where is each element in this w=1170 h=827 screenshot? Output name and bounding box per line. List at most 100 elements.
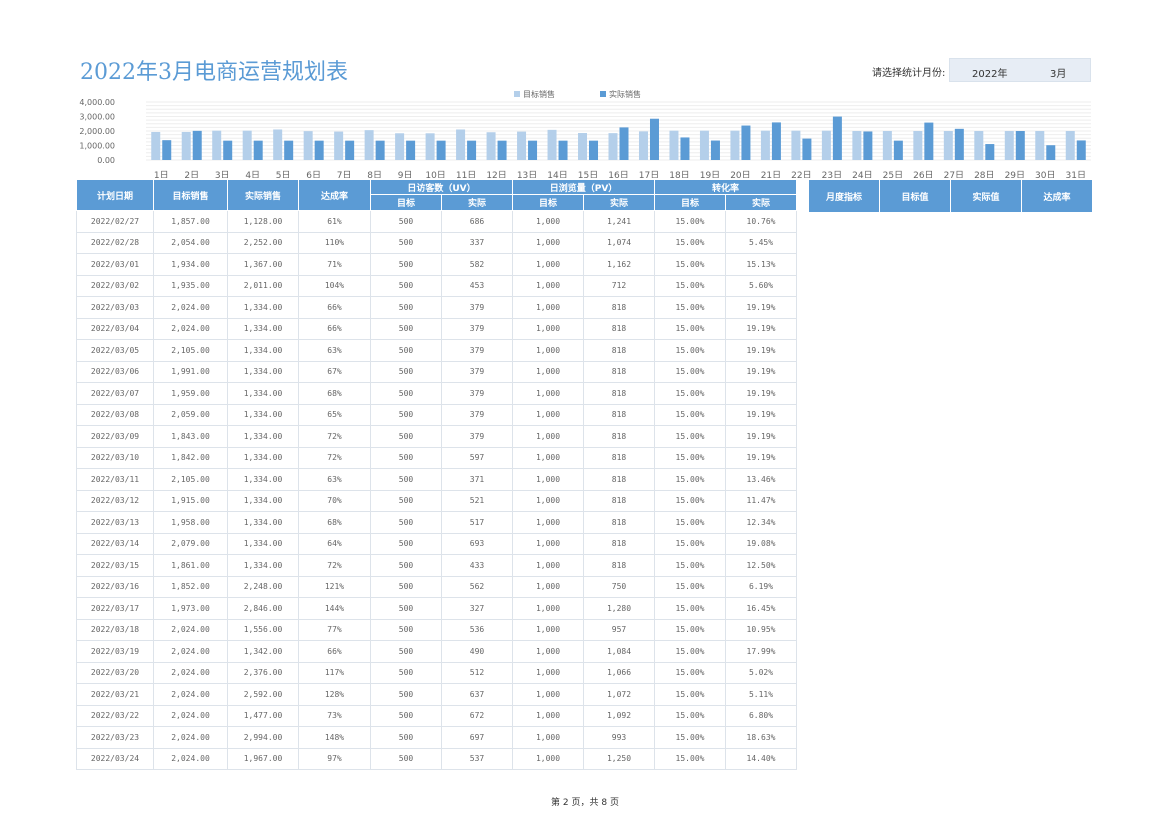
cell-rate: 77%: [298, 618, 371, 641]
target-sales-bar: [791, 130, 801, 160]
cell-rate: 66%: [298, 296, 371, 319]
cell-conv-target: 15.00%: [654, 532, 726, 555]
target-sales-bar: [730, 130, 740, 160]
cell-pv-actual: 818: [583, 554, 655, 577]
cell-pv-actual: 818: [583, 339, 655, 362]
cell-date: 2022/03/22: [76, 704, 154, 727]
table-row: 2022/03/17 1,973.00 2,846.00 144% 500 327 1,00…: [76, 597, 797, 620]
y-tick-label: 3,000.00: [79, 113, 115, 122]
cell-pv-actual: 712: [583, 274, 655, 297]
cell-pv-target: 1,000: [512, 618, 584, 641]
cell-rate: 72%: [298, 554, 371, 577]
cell-uv-actual: 337: [441, 231, 513, 254]
cell-conv-actual: 19.19%: [725, 425, 797, 448]
target-sales-bar: [913, 131, 923, 160]
x-tick-label: 19日: [700, 170, 720, 178]
cell-pv-actual: 818: [583, 317, 655, 340]
actual-sales-bar: [558, 140, 568, 160]
cell-uv-actual: 672: [441, 704, 513, 727]
cell-rate: 66%: [298, 640, 371, 663]
cell-pv-target: 1,000: [512, 726, 584, 749]
actual-sales-bar: [467, 140, 477, 160]
cell-target-sales: 2,024.00: [153, 640, 228, 663]
cell-rate: 104%: [298, 274, 371, 297]
cell-uv-target: 500: [370, 210, 442, 233]
cell-pv-target: 1,000: [512, 339, 584, 362]
summary-header-indicator: 月度指标: [808, 179, 880, 213]
legend-actual-label: 实际销售: [609, 89, 641, 99]
cell-conv-target: 15.00%: [654, 618, 726, 641]
x-tick-label: 28日: [974, 170, 994, 178]
cell-uv-target: 500: [370, 382, 442, 405]
cell-uv-target: 500: [370, 360, 442, 383]
cell-actual-sales: 1,334.00: [227, 339, 299, 362]
cell-conv-target: 15.00%: [654, 575, 726, 598]
cell-actual-sales: 1,334.00: [227, 511, 299, 534]
actual-sales-bar: [1015, 131, 1025, 160]
cell-conv-target: 15.00%: [654, 360, 726, 383]
cell-pv-actual: 1,241: [583, 210, 655, 233]
cell-pv-actual: 957: [583, 618, 655, 641]
target-sales-bar: [456, 129, 466, 160]
monthly-summary-table: 月度指标 目标值 实际值 达成率: [808, 179, 1093, 213]
x-tick-label: 12日: [486, 170, 506, 178]
cell-uv-actual: 379: [441, 296, 513, 319]
cell-pv-actual: 818: [583, 532, 655, 555]
cell-uv-actual: 379: [441, 339, 513, 362]
cell-target-sales: 2,024.00: [153, 726, 228, 749]
target-sales-bar: [699, 130, 709, 160]
cell-date: 2022/03/07: [76, 382, 154, 405]
actual-sales-bar: [649, 118, 659, 160]
y-tick-label: 1,000.00: [79, 142, 115, 151]
cell-uv-target: 500: [370, 425, 442, 448]
cell-pv-target: 1,000: [512, 661, 584, 684]
cell-uv-actual: 433: [441, 554, 513, 577]
cell-conv-target: 15.00%: [654, 489, 726, 512]
cell-rate: 128%: [298, 683, 371, 706]
cell-date: 2022/03/06: [76, 360, 154, 383]
actual-sales-bar: [284, 140, 294, 160]
cell-rate: 72%: [298, 425, 371, 448]
cell-actual-sales: 1,334.00: [227, 446, 299, 469]
actual-sales-bar: [528, 140, 538, 160]
cell-pv-target: 1,000: [512, 360, 584, 383]
cell-pv-actual: 818: [583, 360, 655, 383]
cell-actual-sales: 2,994.00: [227, 726, 299, 749]
x-tick-label: 3日: [215, 170, 230, 178]
cell-conv-target: 15.00%: [654, 554, 726, 577]
cell-uv-target: 500: [370, 468, 442, 491]
actual-sales-bar: [162, 140, 172, 160]
table-row: 2022/03/14 2,079.00 1,334.00 64% 500 693 1,000…: [76, 532, 797, 555]
cell-target-sales: 2,024.00: [153, 747, 228, 770]
cell-rate: 148%: [298, 726, 371, 749]
cell-conv-actual: 19.19%: [725, 339, 797, 362]
cell-uv-actual: 562: [441, 575, 513, 598]
cell-conv-actual: 10.95%: [725, 618, 797, 641]
cell-target-sales: 1,935.00: [153, 274, 228, 297]
cell-conv-target: 15.00%: [654, 339, 726, 362]
cell-target-sales: 2,079.00: [153, 532, 228, 555]
month-selector[interactable]: 2022年 3月: [949, 58, 1091, 82]
target-sales-bar: [821, 130, 831, 160]
cell-actual-sales: 1,342.00: [227, 640, 299, 663]
table-row: 2022/03/10 1,842.00 1,334.00 72% 500 597 1,000…: [76, 446, 797, 469]
cell-actual-sales: 1,334.00: [227, 468, 299, 491]
target-sales-bar: [943, 131, 953, 160]
cell-target-sales: 2,024.00: [153, 683, 228, 706]
year-select-value[interactable]: 2022年: [972, 65, 1007, 80]
cell-target-sales: 2,024.00: [153, 661, 228, 684]
actual-sales-bar: [741, 125, 751, 160]
month-select-value[interactable]: 3月: [1050, 65, 1066, 80]
actual-sales-bar: [1046, 145, 1056, 160]
cell-rate: 144%: [298, 597, 371, 620]
header-conv-target: 目标: [654, 194, 726, 211]
cell-uv-actual: 536: [441, 618, 513, 641]
cell-date: 2022/03/08: [76, 403, 154, 426]
cell-target-sales: 2,024.00: [153, 296, 228, 319]
header-target-sales: 目标销售: [153, 179, 228, 211]
cell-pv-target: 1,000: [512, 489, 584, 512]
cell-conv-actual: 18.63%: [725, 726, 797, 749]
cell-uv-actual: 453: [441, 274, 513, 297]
actual-sales-bar: [223, 140, 233, 160]
cell-pv-actual: 1,092: [583, 704, 655, 727]
